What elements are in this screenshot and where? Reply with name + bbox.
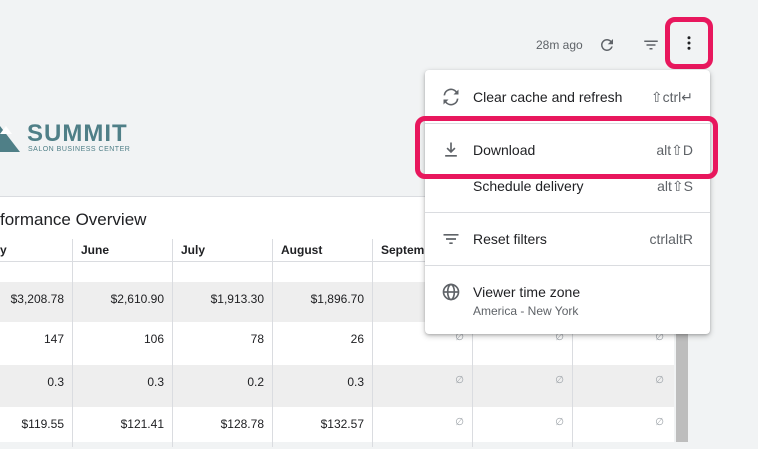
menu-divider xyxy=(425,212,710,213)
menu-divider xyxy=(425,265,710,266)
logo-wordmark: SUMMIT xyxy=(27,120,128,147)
last-updated-text: 28m ago xyxy=(536,38,583,52)
table-cell: 0.3 xyxy=(72,365,172,407)
column-header[interactable]: August xyxy=(272,239,372,261)
table-cell: $3,208.78 xyxy=(10,292,64,306)
menu-item-shortcut: ⇧ctrl↵ xyxy=(650,89,693,105)
table-cell: $1,913.30 xyxy=(172,282,272,322)
table-cell: $132.57 xyxy=(272,407,372,447)
null-value-cell: ∅ xyxy=(472,365,572,407)
table-cell: $121.41 xyxy=(72,407,172,447)
table-cell: $128.78 xyxy=(172,407,272,447)
table-cell: 0.2 xyxy=(172,365,272,407)
table-row: $119.55 $121.41 $128.78 $132.57 ∅ ∅ ∅ xyxy=(0,407,674,447)
table-cell: $2,610.90 xyxy=(72,282,172,322)
menu-item-shortcut: alt⇧S xyxy=(657,178,693,194)
menu-item-label: Viewer time zone xyxy=(473,284,581,300)
more-options-menu: Clear cache and refresh ⇧ctrl↵ Download … xyxy=(425,70,710,334)
table-scrollbar-thumb[interactable] xyxy=(676,317,688,442)
table-cell: $1,896.70 xyxy=(272,282,372,322)
table-cell: 26 xyxy=(272,322,372,365)
column-header[interactable]: y xyxy=(0,239,72,261)
sync-icon xyxy=(441,87,461,107)
filter-icon xyxy=(644,40,658,50)
menu-item-clear-cache[interactable]: Clear cache and refresh ⇧ctrl↵ xyxy=(425,79,710,115)
menu-item-viewer-time-zone[interactable]: Viewer time zone America - New York xyxy=(425,274,710,326)
menu-item-shortcut: ctrlaltR xyxy=(649,231,693,247)
mountain-logo-icon xyxy=(0,126,20,152)
null-value-cell: ∅ xyxy=(372,365,472,407)
column-header[interactable]: June xyxy=(72,239,172,261)
globe-icon xyxy=(441,282,461,302)
more-options-button[interactable] xyxy=(665,17,713,69)
filter-icon xyxy=(441,229,461,249)
table-row: 0.3 0.3 0.2 0.3 ∅ ∅ ∅ xyxy=(0,365,674,407)
table-cell: $119.55 xyxy=(21,417,65,431)
table-cell xyxy=(72,262,172,282)
menu-item-label: Clear cache and refresh xyxy=(473,89,623,105)
refresh-icon xyxy=(600,38,613,51)
table-cell xyxy=(272,262,372,282)
table-title: formance Overview xyxy=(0,210,147,229)
table-cell xyxy=(0,262,72,282)
menu-item-label: Reset filters xyxy=(473,231,547,247)
null-value-cell: ∅ xyxy=(572,365,672,407)
menu-item-reset-filters[interactable]: Reset filters ctrlaltR xyxy=(425,221,710,257)
table-cell xyxy=(172,262,272,282)
menu-item-label: Schedule delivery xyxy=(473,178,584,194)
menu-item-sublabel: America - New York xyxy=(473,304,579,318)
more-vert-icon xyxy=(687,36,691,50)
null-value-cell: ∅ xyxy=(472,407,572,447)
summit-logo: SUMMIT SALON BUSINESS CENTER xyxy=(0,118,160,158)
logo-subtitle: SALON BUSINESS CENTER xyxy=(28,146,131,153)
table-cell: 0.3 xyxy=(47,375,64,389)
table-cell: 0.3 xyxy=(272,365,372,407)
filter-button[interactable] xyxy=(637,31,665,59)
null-value-cell: ∅ xyxy=(372,407,472,447)
download-highlight-annotation xyxy=(415,116,718,179)
column-header[interactable]: July xyxy=(172,239,272,261)
table-cell: 78 xyxy=(172,322,272,365)
refresh-button[interactable] xyxy=(593,31,621,59)
table-cell: 147 xyxy=(43,332,64,346)
table-cell: 106 xyxy=(72,322,172,365)
null-value-cell: ∅ xyxy=(572,407,672,447)
